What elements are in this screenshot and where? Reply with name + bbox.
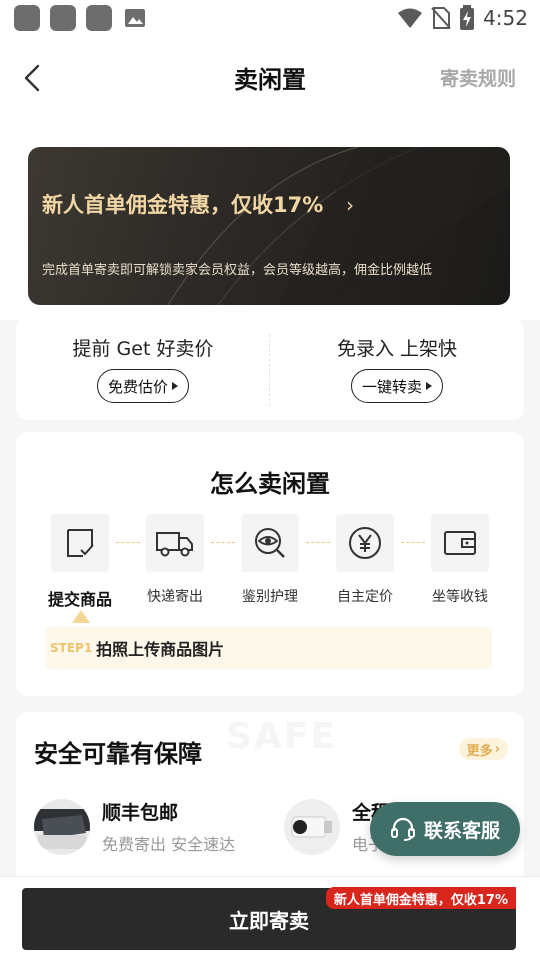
- chevron-right-icon: ›: [494, 741, 500, 757]
- magnify-eye-icon: [241, 514, 299, 572]
- battery-charging-icon: [460, 5, 475, 30]
- promo-banner[interactable]: 新人首单佣金特惠，仅收17% › 完成首单寄卖即可解锁卖家会员权益，会员等级越高…: [28, 147, 510, 305]
- notification-icon: [14, 5, 40, 31]
- notification-icon: [50, 5, 76, 31]
- yuan-icon: [336, 514, 394, 572]
- wifi-icon: [398, 8, 423, 28]
- shipping-box-image: [34, 798, 90, 855]
- banner-description: 完成首单寄卖即可解锁卖家会员权益，会员等级越高，佣金比例越低: [42, 263, 433, 278]
- quick-action-estimate: 提前 Get 好卖价 免费估价: [16, 334, 270, 403]
- guarantee-name: 顺丰包邮: [102, 802, 179, 824]
- active-step-pointer: [72, 610, 90, 623]
- camera-image: [284, 798, 340, 855]
- guarantee-sub: 免费寄出 安全速达: [102, 835, 236, 854]
- check-doc-icon: [51, 514, 109, 572]
- banner-decoration: [167, 147, 510, 305]
- button-label: 免费估价: [107, 377, 168, 396]
- consign-now-button[interactable]: 立即寄卖 新人首单佣金特惠，仅收17%: [22, 887, 516, 950]
- truck-icon: [146, 514, 204, 572]
- step-authenticate[interactable]: 鉴别护理: [230, 514, 310, 606]
- play-triangle-icon: [172, 382, 178, 390]
- chevron-right-icon: ›: [346, 193, 354, 217]
- clock: 4:52: [483, 6, 528, 30]
- step-label: 坐等收钱: [432, 589, 488, 605]
- section-title: 怎么卖闲置: [210, 470, 330, 498]
- more-link[interactable]: 更多 ›: [458, 738, 508, 760]
- more-label: 更多: [466, 743, 493, 759]
- notification-icon: [86, 5, 112, 31]
- step-description: STEP1 拍照上传商品图片: [46, 627, 492, 669]
- step-description-text: 拍照上传商品图片: [96, 640, 225, 659]
- step-label: 快递寄出: [147, 589, 203, 605]
- play-triangle-icon: [426, 382, 432, 390]
- headset-icon: [390, 817, 415, 841]
- step-label: 自主定价: [337, 589, 393, 605]
- step-label: 鉴别护理: [242, 589, 298, 605]
- free-estimate-button[interactable]: 免费估价: [96, 369, 189, 403]
- wallet-icon: [431, 514, 489, 572]
- guarantee-shipping[interactable]: 顺丰包邮 免费寄出 安全速达: [34, 798, 235, 855]
- cta-label: 立即寄卖: [229, 908, 309, 933]
- status-bar: 4:52: [0, 0, 540, 36]
- how-to-sell-card: 怎么卖闲置 提交商品 快递寄出 鉴别护理 自主定价 坐等收钱 STEP1 拍照上…: [16, 432, 524, 696]
- contact-service-button[interactable]: 联系客服: [370, 802, 520, 856]
- button-label: 一键转卖: [361, 377, 422, 396]
- promo-badge: 新人首单佣金特惠，仅收17%: [325, 887, 516, 909]
- step-tag: STEP1: [50, 641, 93, 655]
- image-icon: [125, 9, 145, 27]
- step-get-paid[interactable]: 坐等收钱: [420, 514, 500, 606]
- step-pricing[interactable]: 自主定价: [325, 514, 405, 606]
- banner-title: 新人首单佣金特惠，仅收17%: [42, 193, 324, 217]
- step-submit[interactable]: 提交商品: [40, 514, 120, 610]
- quick-action-label: 免录入 上架快: [336, 338, 458, 360]
- quick-action-label: 提前 Get 好卖价: [72, 338, 214, 360]
- watermark: SAFE: [226, 716, 337, 757]
- no-sim-icon: [431, 7, 451, 29]
- bottom-bar: 立即寄卖 新人首单佣金特惠，仅收17%: [0, 876, 540, 960]
- step-ship[interactable]: 快递寄出: [135, 514, 215, 606]
- header: 卖闲置 寄卖规则: [0, 36, 540, 120]
- one-click-resell-button[interactable]: 一键转卖: [350, 369, 443, 403]
- quick-action-resell: 免录入 上架快 一键转卖: [270, 334, 524, 403]
- quick-actions-card: 提前 Get 好卖价 免费估价 免录入 上架快 一键转卖: [16, 318, 524, 420]
- section-title: 安全可靠有保障: [34, 740, 202, 768]
- service-label: 联系客服: [423, 819, 500, 842]
- step-label: 提交商品: [47, 590, 112, 609]
- consign-rules-link[interactable]: 寄卖规则: [440, 64, 516, 91]
